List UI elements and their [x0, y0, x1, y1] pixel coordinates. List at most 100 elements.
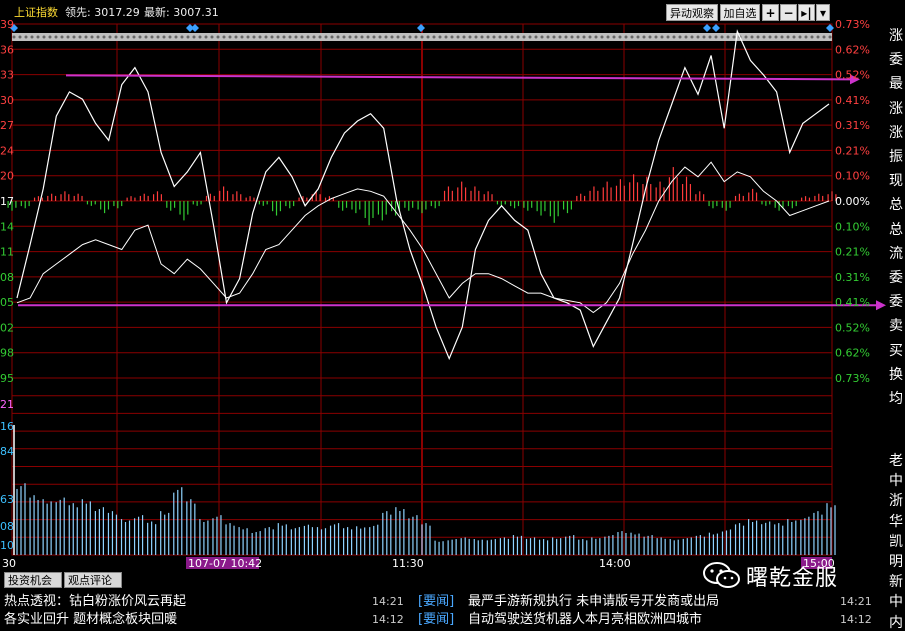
news-right-2[interactable]: 自动驾驶送货机器人本月亮相欧洲四城市	[468, 611, 828, 629]
time-axis-label: 14:00	[599, 557, 631, 570]
right-strip-label: 振	[889, 149, 903, 165]
event-strip-dot	[330, 35, 334, 39]
news-time-1: 14:21	[372, 595, 404, 608]
chevron-down-icon[interactable]: ▾	[816, 4, 830, 21]
event-strip-dot	[162, 35, 166, 39]
right-strip-stock-label[interactable]: 中	[889, 473, 905, 489]
anomaly-watch-button[interactable]: 异动观察	[666, 4, 718, 21]
event-strip-dot	[270, 35, 274, 39]
event-strip-dot	[18, 35, 22, 39]
minus-icon[interactable]: −	[780, 4, 797, 21]
next-icon[interactable]: ▸|	[798, 4, 815, 21]
event-strip-dot	[138, 35, 142, 39]
tab-investment-opportunities[interactable]: 投资机会	[4, 572, 62, 588]
event-strip-dot	[360, 35, 364, 39]
right-strip-stock-label[interactable]: 老	[889, 453, 905, 469]
add-watchlist-button[interactable]: 加自选	[720, 4, 760, 21]
event-strip-dot	[366, 35, 370, 39]
event-strip-dot	[318, 35, 322, 39]
event-strip-dot	[132, 35, 136, 39]
right-axis-label: 0.73%	[835, 18, 870, 31]
left-axis-label: 14	[0, 220, 14, 233]
event-strip-dot	[432, 35, 436, 39]
event-strip-dot	[60, 35, 64, 39]
right-axis-label: 0.21%	[835, 144, 870, 157]
event-strip-dot	[714, 35, 718, 39]
tab-opinion-comments[interactable]: 观点评论	[64, 572, 122, 588]
event-strip-dot	[498, 35, 502, 39]
event-strip-dot	[84, 35, 88, 39]
event-strip-dot	[564, 35, 568, 39]
event-strip-dot	[282, 35, 286, 39]
event-strip-dot	[684, 35, 688, 39]
event-strip-dot	[450, 35, 454, 39]
event-strip-dot	[72, 35, 76, 39]
event-strip-dot	[660, 35, 664, 39]
event-strip-dot	[552, 35, 556, 39]
index-name[interactable]: 上证指数	[14, 4, 58, 20]
event-marker-icon	[191, 24, 199, 32]
event-strip-dot	[750, 35, 754, 39]
event-strip-dot	[144, 35, 148, 39]
news-left-1[interactable]: 热点透视：钴白粉涨价风云再起	[4, 593, 364, 611]
event-strip-dot	[192, 35, 196, 39]
right-strip-stock-label[interactable]: 明	[889, 554, 905, 570]
right-strip-stock-label[interactable]: 华	[889, 514, 905, 530]
event-strip-dot	[324, 35, 328, 39]
event-strip-dot	[252, 35, 256, 39]
event-strip-dot	[744, 35, 748, 39]
event-strip-dot	[48, 35, 52, 39]
event-strip-dot	[648, 35, 652, 39]
event-strip-dot	[312, 35, 316, 39]
event-strip-dot	[606, 35, 610, 39]
event-strip-dot	[624, 35, 628, 39]
event-strip-dot	[150, 35, 154, 39]
right-strip-label: 涨	[889, 124, 903, 141]
event-strip-dot	[468, 35, 472, 39]
right-strip-stock-label[interactable]: 浙	[889, 493, 905, 509]
lead-price-label: 领先: 3017.29	[65, 6, 140, 19]
event-strip-dot	[582, 35, 586, 39]
event-strip-dot	[114, 35, 118, 39]
event-strip-dot	[96, 35, 100, 39]
event-strip-dot	[420, 35, 424, 39]
event-strip-dot	[522, 35, 526, 39]
event-strip-dot	[126, 35, 130, 39]
event-strip-dot	[336, 35, 340, 39]
event-strip-dot	[54, 35, 58, 39]
event-strip-dot	[12, 35, 16, 39]
news-right-1[interactable]: 最严手游新规执行 未申请版号开发商或出局	[468, 593, 828, 611]
intraday-chart[interactable]: 3936333027242017141108050298950.73%0.62%…	[0, 0, 905, 622]
event-strip-dot	[342, 35, 346, 39]
news-tag-1[interactable]: [要闻]	[418, 593, 454, 611]
event-strip-dot	[696, 35, 700, 39]
left-axis-label: 24	[0, 144, 14, 157]
right-strip-label: 委	[889, 52, 903, 69]
event-strip-dot	[690, 35, 694, 39]
right-strip-stock-label[interactable]: 中	[889, 594, 905, 610]
event-strip-dot	[678, 35, 682, 39]
plus-icon[interactable]: +	[762, 4, 779, 21]
event-strip-dot	[804, 35, 808, 39]
right-strip-stock-label[interactable]: 内	[889, 615, 905, 631]
right-strip-label: 总	[889, 221, 903, 238]
event-strip-dot	[534, 35, 538, 39]
event-strip-dot	[438, 35, 442, 39]
right-axis-label: 0.10%	[835, 220, 870, 233]
news-tag-2[interactable]: [要闻]	[418, 611, 454, 629]
event-strip-dot	[540, 35, 544, 39]
event-strip-dot	[102, 35, 106, 39]
right-strip-stock-label[interactable]: 新	[889, 574, 905, 590]
event-strip-dot	[456, 35, 460, 39]
right-axis-label: 0.00%	[835, 195, 870, 208]
news-left-2[interactable]: 各实业回升 题材概念板块回暖	[4, 611, 364, 629]
arrow-right-icon	[876, 300, 886, 311]
event-strip-dot	[288, 35, 292, 39]
event-strip-dot	[810, 35, 814, 39]
event-strip-dot	[174, 35, 178, 39]
event-strip-dot	[108, 35, 112, 39]
left-axis-label: 20	[0, 170, 14, 183]
right-axis-label: 0.41%	[835, 296, 870, 309]
right-strip-stock-label[interactable]: 凯	[889, 534, 905, 550]
event-strip-dot	[264, 35, 268, 39]
